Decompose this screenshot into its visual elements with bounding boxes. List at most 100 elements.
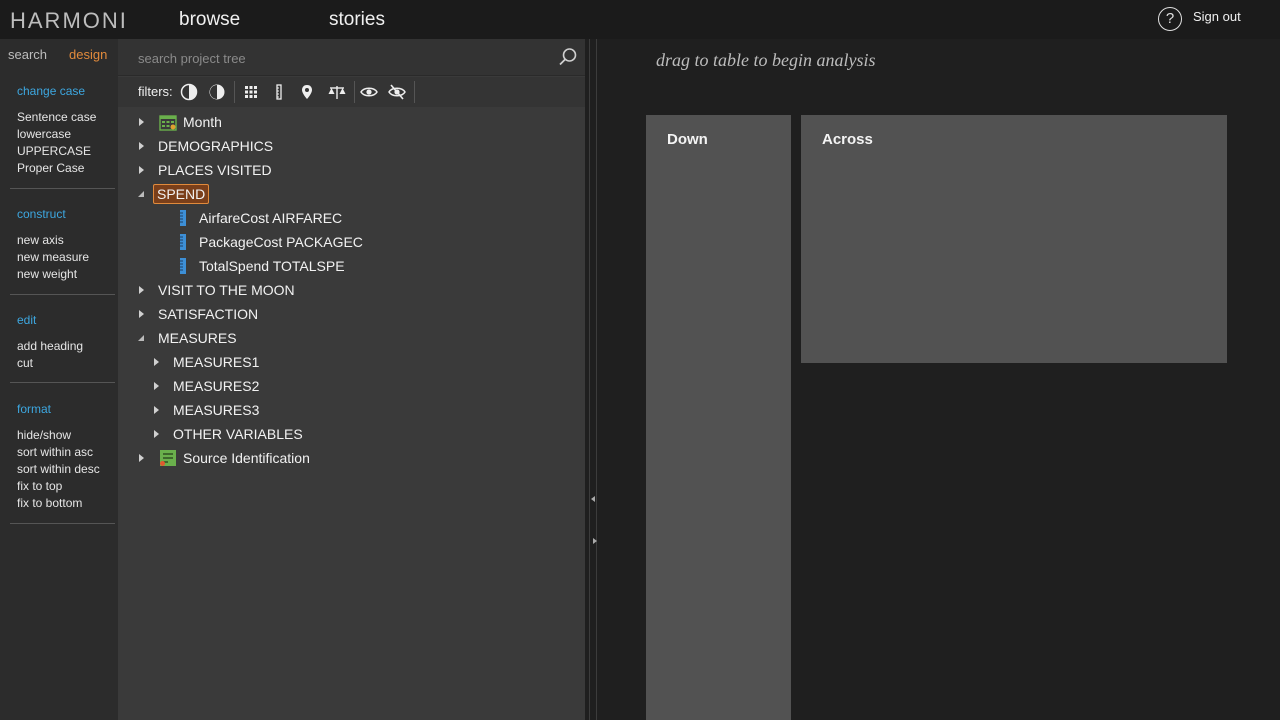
- ruler-filter-icon[interactable]: [269, 83, 289, 101]
- filter-bar: filters:: [118, 77, 585, 107]
- tree-item-places-visited[interactable]: PLACES VISITED: [135, 158, 272, 182]
- eye-icon[interactable]: [359, 83, 379, 101]
- down-zone-title: Down: [667, 131, 708, 148]
- search-bar: [118, 39, 585, 76]
- tree-item-label: MEASURES2: [173, 378, 260, 394]
- project-tree-panel: filters:: [118, 39, 585, 720]
- menu-divider: [10, 294, 115, 295]
- tree-item-label: OTHER VARIABLES: [173, 426, 303, 442]
- menu-item-sentence-case[interactable]: Sentence case: [17, 109, 115, 126]
- tree-item-measures[interactable]: MEASURES: [135, 326, 237, 350]
- menu-item-lowercase[interactable]: lowercase: [17, 126, 115, 143]
- tree-item-visit-moon[interactable]: VISIT TO THE MOON: [135, 278, 295, 302]
- tree-item-airfarecost[interactable]: AirfareCost AIRFAREC: [176, 206, 342, 230]
- menu-section-change-case: change case Sentence case lowercase UPPE…: [17, 84, 115, 177]
- menu-divider: [10, 523, 115, 524]
- menu-item-uppercase[interactable]: UPPERCASE: [17, 143, 115, 160]
- ruler-icon: [180, 258, 186, 274]
- filter-divider: [354, 81, 355, 103]
- menu-head-edit[interactable]: edit: [17, 313, 115, 327]
- menu-item-sort-desc[interactable]: sort within desc: [17, 461, 115, 478]
- tree-item-label: MEASURES: [158, 330, 237, 346]
- filters-label: filters:: [138, 84, 173, 99]
- menu-item-sort-asc[interactable]: sort within asc: [17, 444, 115, 461]
- tree-item-demographics[interactable]: DEMOGRAPHICS: [135, 134, 273, 158]
- filter-multi-icon[interactable]: [207, 83, 227, 101]
- menu-head-format[interactable]: format: [17, 402, 115, 416]
- menu-section-construct: construct new axis new measure new weigh…: [17, 207, 115, 283]
- tree-item-measures1[interactable]: MEASURES1: [150, 350, 259, 374]
- expand-caret-icon[interactable]: [135, 307, 149, 321]
- menu-item-cut[interactable]: cut: [17, 355, 115, 372]
- expand-caret-icon[interactable]: [150, 403, 164, 417]
- tree-item-label: DEMOGRAPHICS: [158, 138, 274, 154]
- location-pin-icon[interactable]: [297, 83, 317, 101]
- collapse-caret-icon[interactable]: [135, 187, 149, 201]
- filter-single-icon[interactable]: [179, 83, 199, 101]
- drag-hint: drag to table to begin analysis: [656, 50, 876, 70]
- menu-item-proper-case[interactable]: Proper Case: [17, 160, 115, 177]
- menu-item-fix-bottom[interactable]: fix to bottom: [17, 495, 115, 512]
- search-icon[interactable]: [558, 47, 578, 67]
- across-drop-zone[interactable]: Across: [801, 115, 1227, 363]
- across-zone-title: Across: [822, 131, 873, 148]
- menu-item-new-weight[interactable]: new weight: [17, 266, 115, 283]
- expand-caret-icon[interactable]: [135, 163, 149, 177]
- down-drop-zone[interactable]: Down: [646, 115, 791, 720]
- filter-divider: [234, 81, 235, 103]
- expand-caret-icon[interactable]: [135, 451, 149, 465]
- left-menu: search design change case Sentence case …: [0, 39, 118, 720]
- menu-section-format: format hide/show sort within asc sort wi…: [17, 402, 115, 512]
- tree-item-label: Source Identification: [183, 450, 310, 466]
- collapse-caret-icon[interactable]: [135, 331, 149, 345]
- menu-item-new-axis[interactable]: new axis: [17, 232, 115, 249]
- panel-splitter[interactable]: [589, 39, 597, 720]
- weight-scale-icon[interactable]: [327, 83, 347, 101]
- tree-item-label: SATISFACTION: [158, 306, 259, 322]
- filter-divider: [414, 81, 415, 103]
- expand-caret-icon[interactable]: [150, 427, 164, 441]
- menu-divider: [10, 382, 115, 383]
- search-input[interactable]: [126, 47, 546, 69]
- menu-item-fix-top[interactable]: fix to top: [17, 478, 115, 495]
- tree-item-measures2[interactable]: MEASURES2: [150, 374, 259, 398]
- eye-hidden-icon[interactable]: [387, 83, 407, 101]
- tree-item-label: VISIT TO THE MOON: [158, 282, 295, 298]
- analysis-area: drag to table to begin analysis Down Acr…: [597, 39, 1280, 720]
- expand-caret-icon[interactable]: [135, 115, 149, 129]
- tab-design[interactable]: design: [69, 47, 107, 62]
- collapse-left-icon[interactable]: [591, 496, 595, 502]
- help-icon[interactable]: ?: [1158, 7, 1182, 31]
- menu-head-change-case[interactable]: change case: [17, 84, 115, 98]
- source-icon: [160, 450, 176, 466]
- ruler-icon: [180, 210, 186, 226]
- nav-browse[interactable]: browse: [179, 9, 240, 31]
- menu-item-add-heading[interactable]: add heading: [17, 338, 115, 355]
- sign-out-link[interactable]: Sign out: [1193, 9, 1241, 24]
- ruler-icon: [180, 234, 186, 250]
- tree-item-satisfaction[interactable]: SATISFACTION: [135, 302, 258, 326]
- tree-item-month[interactable]: Month: [135, 110, 222, 134]
- tree-item-packagecost[interactable]: PackageCost PACKAGEC: [176, 230, 363, 254]
- tree-item-measures3[interactable]: MEASURES3: [150, 398, 259, 422]
- grid-icon[interactable]: [241, 83, 261, 101]
- menu-item-hide-show[interactable]: hide/show: [17, 427, 115, 444]
- expand-caret-icon[interactable]: [150, 379, 164, 393]
- nav-stories[interactable]: stories: [329, 9, 385, 31]
- tree-item-label: PackageCost PACKAGEC: [199, 234, 363, 250]
- tree-item-label: MEASURES3: [173, 402, 260, 418]
- tree-item-label: MEASURES1: [173, 354, 260, 370]
- expand-caret-icon[interactable]: [135, 139, 149, 153]
- expand-caret-icon[interactable]: [135, 283, 149, 297]
- tree-item-source-identification[interactable]: Source Identification: [135, 446, 310, 470]
- tree-item-spend[interactable]: SPEND: [135, 182, 210, 206]
- tab-search[interactable]: search: [8, 47, 47, 62]
- tree-item-label-selected: SPEND: [153, 184, 210, 204]
- tree-item-totalspend[interactable]: TotalSpend TOTALSPE: [176, 254, 345, 278]
- tree-item-other-variables[interactable]: OTHER VARIABLES: [150, 422, 303, 446]
- tree-item-label: Month: [183, 114, 222, 130]
- tree-item-label: TotalSpend TOTALSPE: [199, 258, 345, 274]
- menu-item-new-measure[interactable]: new measure: [17, 249, 115, 266]
- menu-head-construct[interactable]: construct: [17, 207, 115, 221]
- expand-caret-icon[interactable]: [150, 355, 164, 369]
